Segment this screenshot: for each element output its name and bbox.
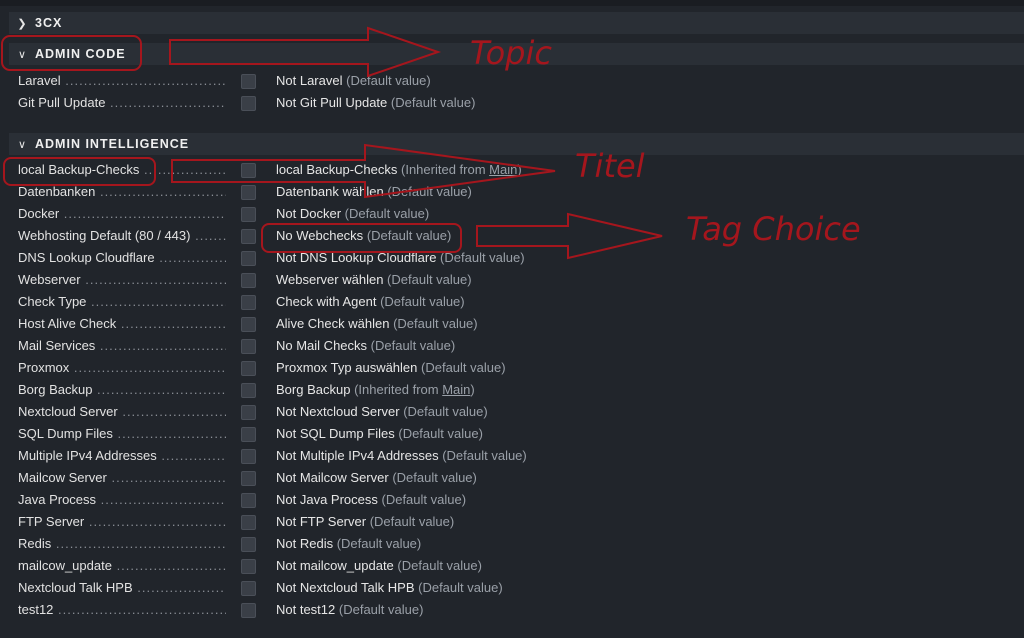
annotation-overlay [1, 26, 663, 260]
annotation-topic: Topic [470, 34, 552, 72]
annotation-titel: Titel [575, 147, 645, 185]
titel-arrow-icon [171, 143, 556, 199]
annotation-tag-choice: Tag Choice [686, 210, 861, 248]
titel-highlight-box [3, 157, 156, 186]
tag-choice-highlight-box [261, 223, 462, 253]
topic-highlight-box [1, 35, 142, 71]
topic-arrow-icon [169, 26, 442, 78]
tag-choice-arrow-icon [476, 212, 663, 260]
